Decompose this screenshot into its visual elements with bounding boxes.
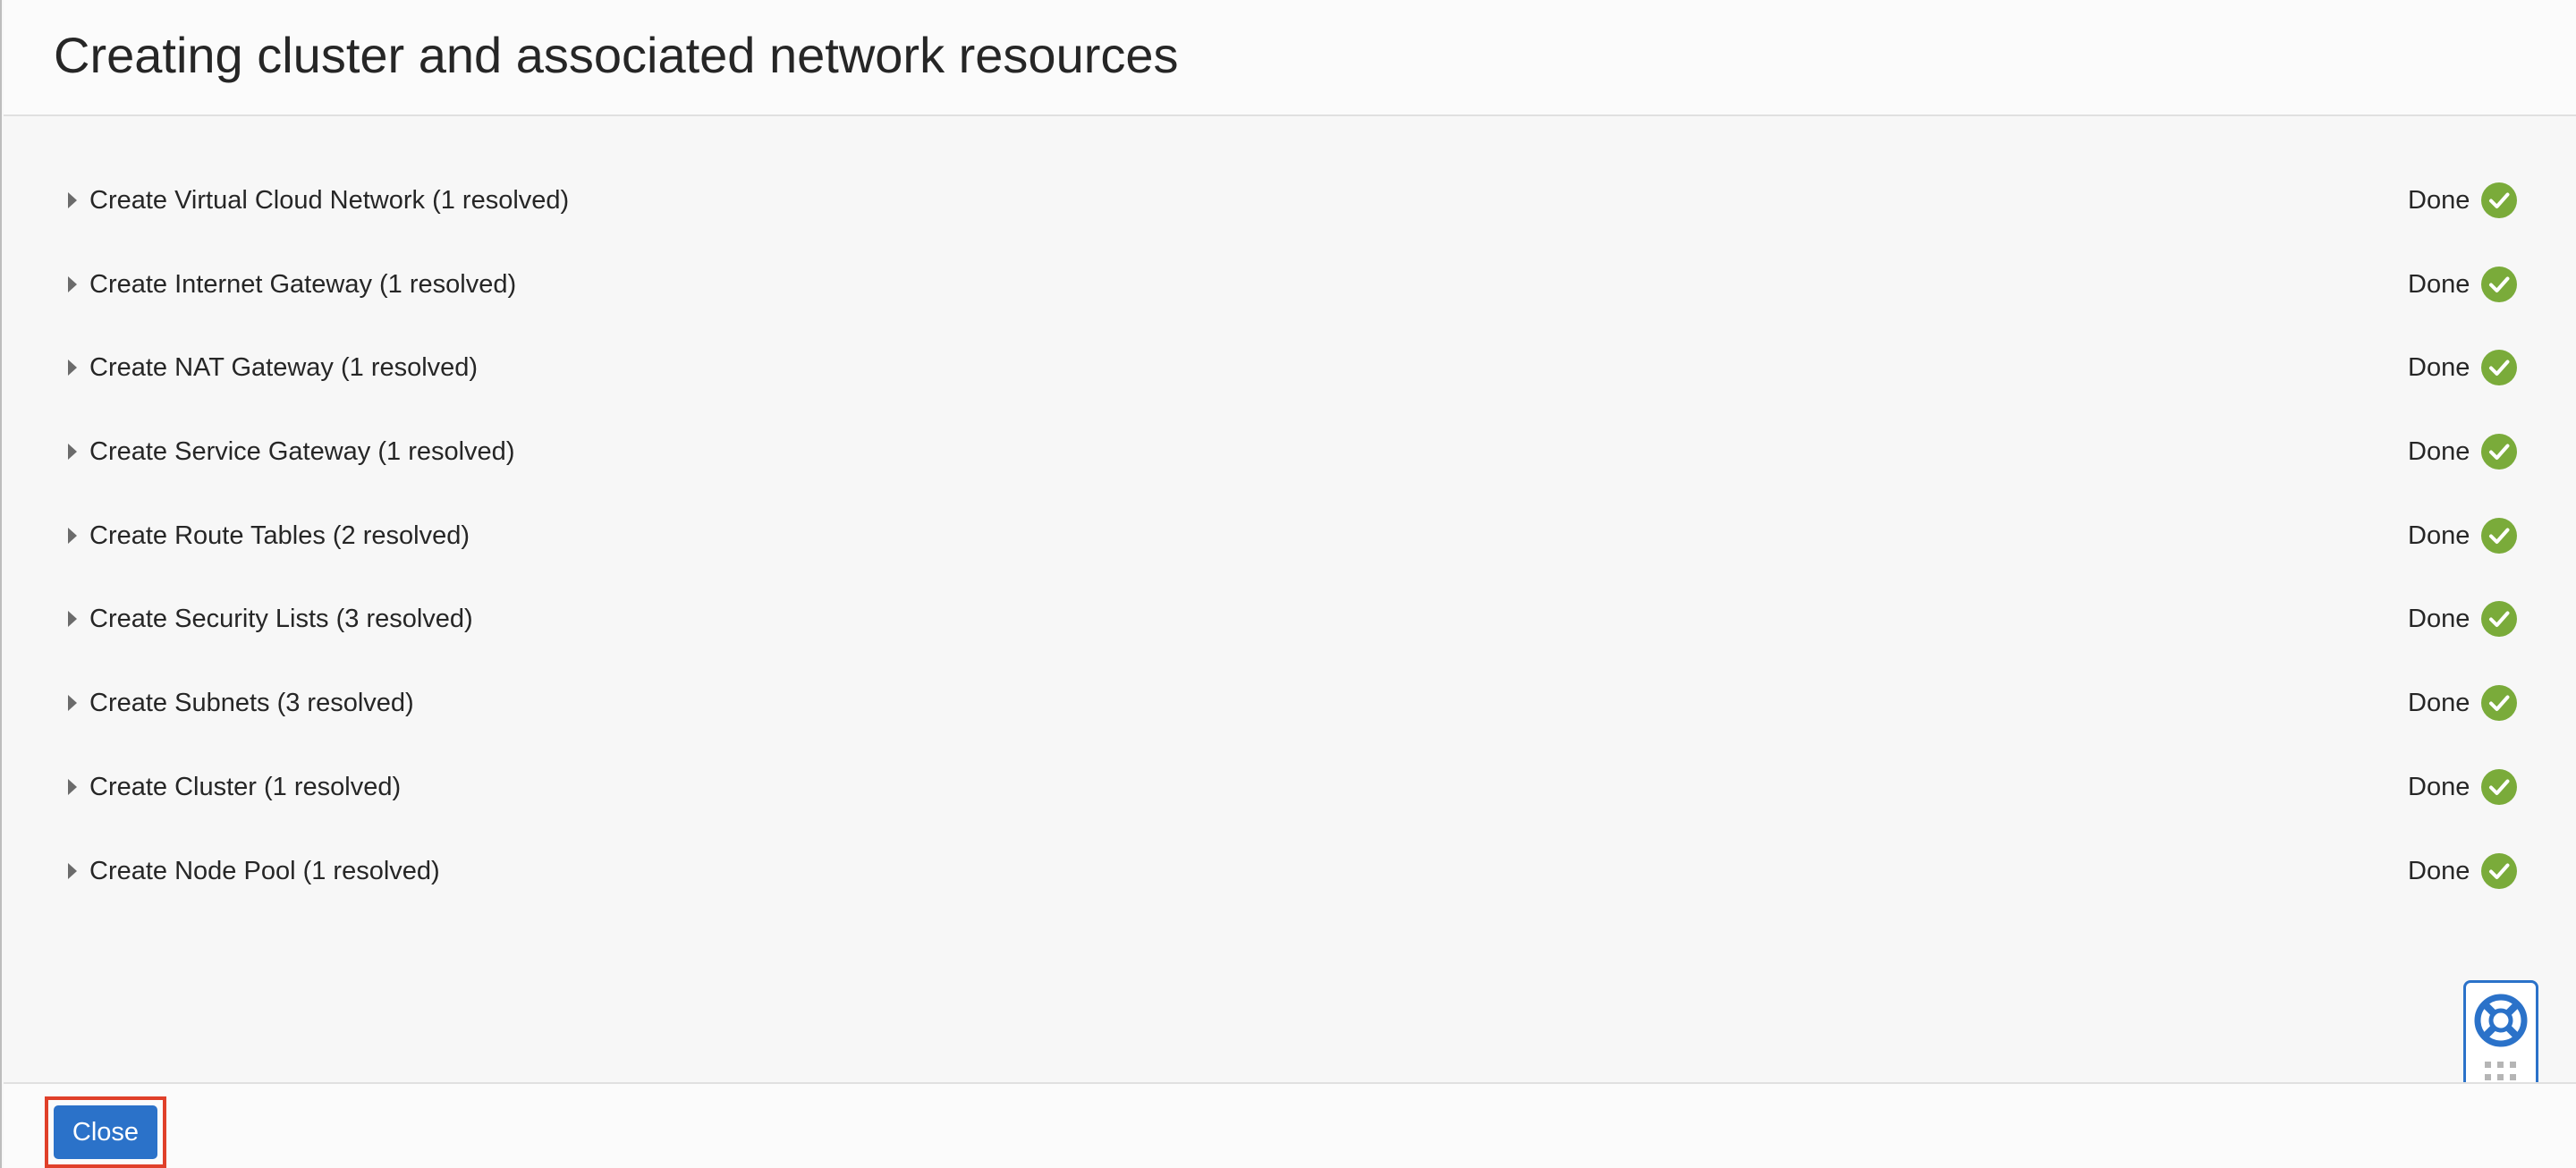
check-circle-icon: [2481, 769, 2517, 805]
step-label[interactable]: Create Internet Gateway (1 resolved): [89, 267, 516, 302]
step-status: Done: [2408, 353, 2470, 382]
step-status: Done: [2408, 689, 2470, 717]
step-row-route-tables[interactable]: Create Route Tables (2 resolved) Done: [4, 509, 2576, 563]
check-circle-icon: [2481, 853, 2517, 889]
caret-right-icon[interactable]: [68, 695, 77, 711]
step-row-nat-gateway[interactable]: Create NAT Gateway (1 resolved) Done: [4, 341, 2576, 394]
check-circle-icon: [2481, 601, 2517, 637]
close-button[interactable]: Close: [54, 1105, 157, 1159]
step-row-virtual-cloud-network[interactable]: Create Virtual Cloud Network (1 resolved…: [4, 174, 2576, 227]
dialog-title: Creating cluster and associated network …: [54, 27, 1179, 83]
check-circle-icon: [2481, 518, 2517, 554]
step-status: Done: [2408, 605, 2470, 633]
step-status: Done: [2408, 857, 2470, 885]
step-label[interactable]: Create NAT Gateway (1 resolved): [89, 350, 478, 385]
step-label[interactable]: Create Security Lists (3 resolved): [89, 601, 473, 637]
step-label[interactable]: Create Service Gateway (1 resolved): [89, 434, 514, 470]
caret-right-icon[interactable]: [68, 779, 77, 795]
step-row-subnets[interactable]: Create Subnets (3 resolved) Done: [4, 676, 2576, 730]
caret-right-icon[interactable]: [68, 444, 77, 460]
caret-right-icon[interactable]: [68, 360, 77, 376]
lifebuoy-icon: [2474, 994, 2528, 1080]
step-label[interactable]: Create Route Tables (2 resolved): [89, 518, 470, 554]
step-row-node-pool[interactable]: Create Node Pool (1 resolved) Done: [4, 844, 2576, 898]
step-row-internet-gateway[interactable]: Create Internet Gateway (1 resolved) Don…: [4, 258, 2576, 311]
step-status: Done: [2408, 521, 2470, 550]
step-status: Done: [2408, 186, 2470, 215]
caret-right-icon[interactable]: [68, 192, 77, 208]
step-list: Create Virtual Cloud Network (1 resolved…: [4, 118, 2576, 1080]
grip-icon: [2485, 1062, 2516, 1080]
dialog-header: Creating cluster and associated network …: [4, 0, 2576, 116]
step-label[interactable]: Create Node Pool (1 resolved): [89, 853, 440, 889]
step-row-security-lists[interactable]: Create Security Lists (3 resolved) Done: [4, 592, 2576, 646]
step-row-cluster[interactable]: Create Cluster (1 resolved) Done: [4, 760, 2576, 814]
caret-right-icon[interactable]: [68, 276, 77, 292]
step-label[interactable]: Create Virtual Cloud Network (1 resolved…: [89, 182, 569, 218]
step-status: Done: [2408, 773, 2470, 801]
help-widget-button[interactable]: [2463, 980, 2538, 1095]
create-cluster-dialog: Creating cluster and associated network …: [0, 0, 2576, 1168]
step-status: Done: [2408, 437, 2470, 466]
caret-right-icon[interactable]: [68, 863, 77, 879]
caret-right-icon[interactable]: [68, 611, 77, 627]
check-circle-icon: [2481, 267, 2517, 302]
caret-right-icon[interactable]: [68, 528, 77, 544]
step-label[interactable]: Create Cluster (1 resolved): [89, 769, 401, 805]
dialog-footer: [4, 1082, 2576, 1168]
check-circle-icon: [2481, 350, 2517, 385]
step-row-service-gateway[interactable]: Create Service Gateway (1 resolved) Done: [4, 425, 2576, 478]
step-status: Done: [2408, 270, 2470, 299]
step-label[interactable]: Create Subnets (3 resolved): [89, 685, 414, 721]
check-circle-icon: [2481, 434, 2517, 470]
check-circle-icon: [2481, 685, 2517, 721]
check-circle-icon: [2481, 182, 2517, 218]
